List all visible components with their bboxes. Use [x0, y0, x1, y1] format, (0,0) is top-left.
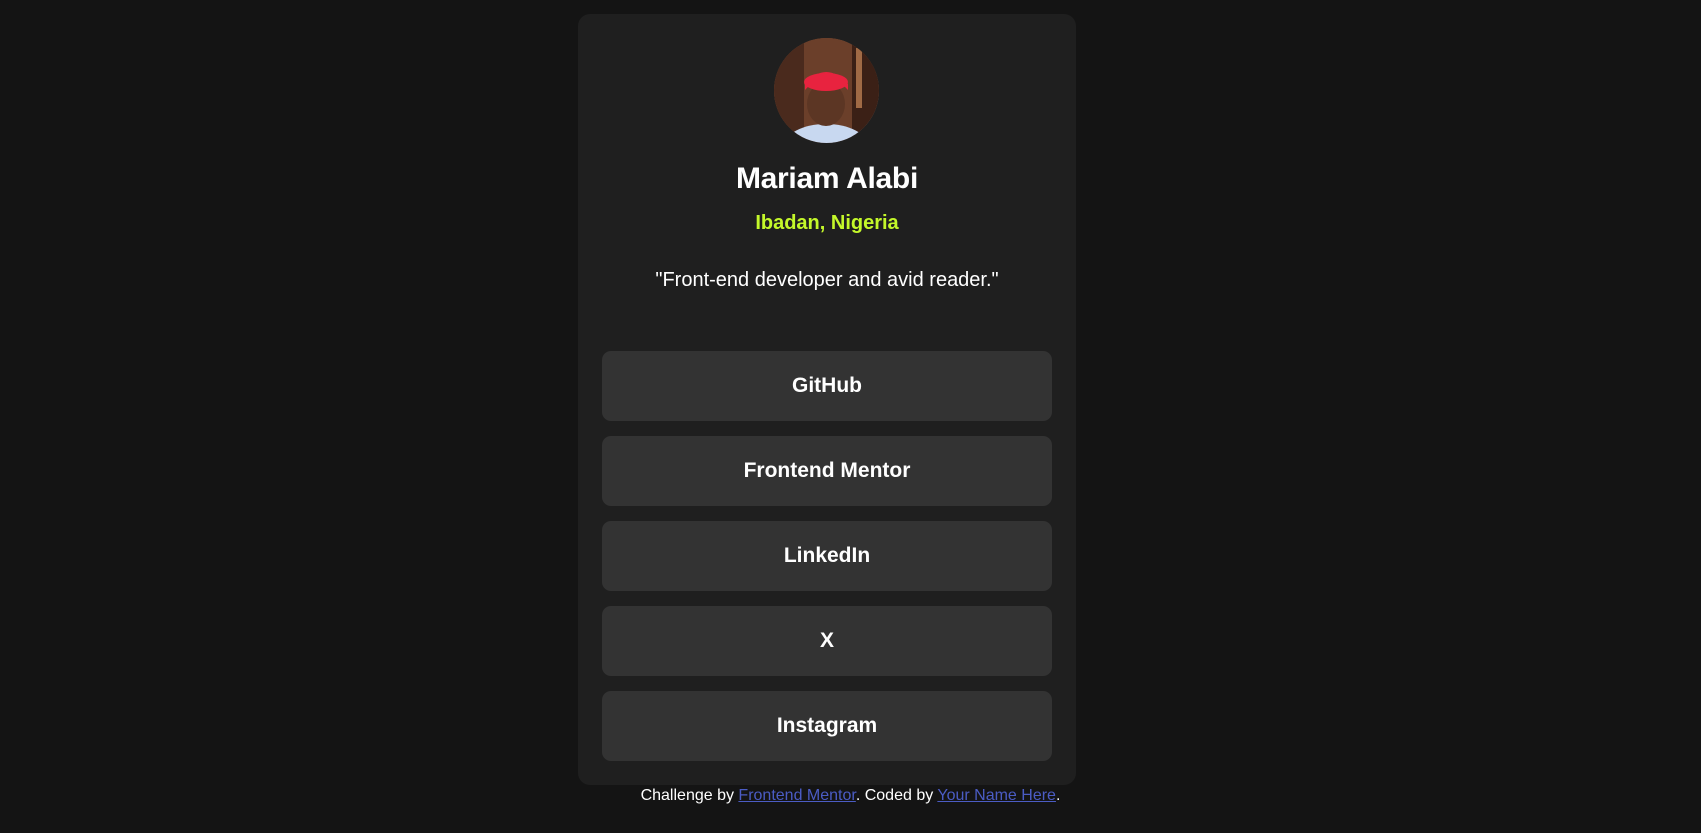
footer-suffix-text: .: [1055, 787, 1061, 804]
social-links-list: GitHub Frontend Mentor LinkedIn X Instag…: [602, 351, 1052, 776]
author-footer-link[interactable]: Your Name Here: [937, 787, 1056, 804]
profile-location: Ibadan, Nigeria: [755, 212, 899, 234]
profile-bio: "Front-end developer and avid reader.": [655, 269, 999, 291]
x-link-button[interactable]: X: [602, 606, 1052, 676]
attribution-footer: Challenge by Frontend Mentor. Coded by Y…: [0, 786, 1701, 805]
github-link-button[interactable]: GitHub: [602, 351, 1052, 421]
footer-prefix-text: Challenge by: [640, 787, 739, 804]
frontend-mentor-link-button[interactable]: Frontend Mentor: [602, 436, 1052, 506]
footer-middle-text: . Coded by: [855, 787, 938, 804]
avatar-photo-icon: [774, 38, 879, 143]
instagram-link-button[interactable]: Instagram: [602, 691, 1052, 761]
linkedin-link-button[interactable]: LinkedIn: [602, 521, 1052, 591]
avatar: [774, 38, 879, 143]
profile-name: Mariam Alabi: [735, 162, 918, 195]
frontend-mentor-footer-link[interactable]: Frontend Mentor: [738, 787, 855, 804]
profile-card: Mariam Alabi Ibadan, Nigeria "Front-end …: [578, 14, 1076, 785]
